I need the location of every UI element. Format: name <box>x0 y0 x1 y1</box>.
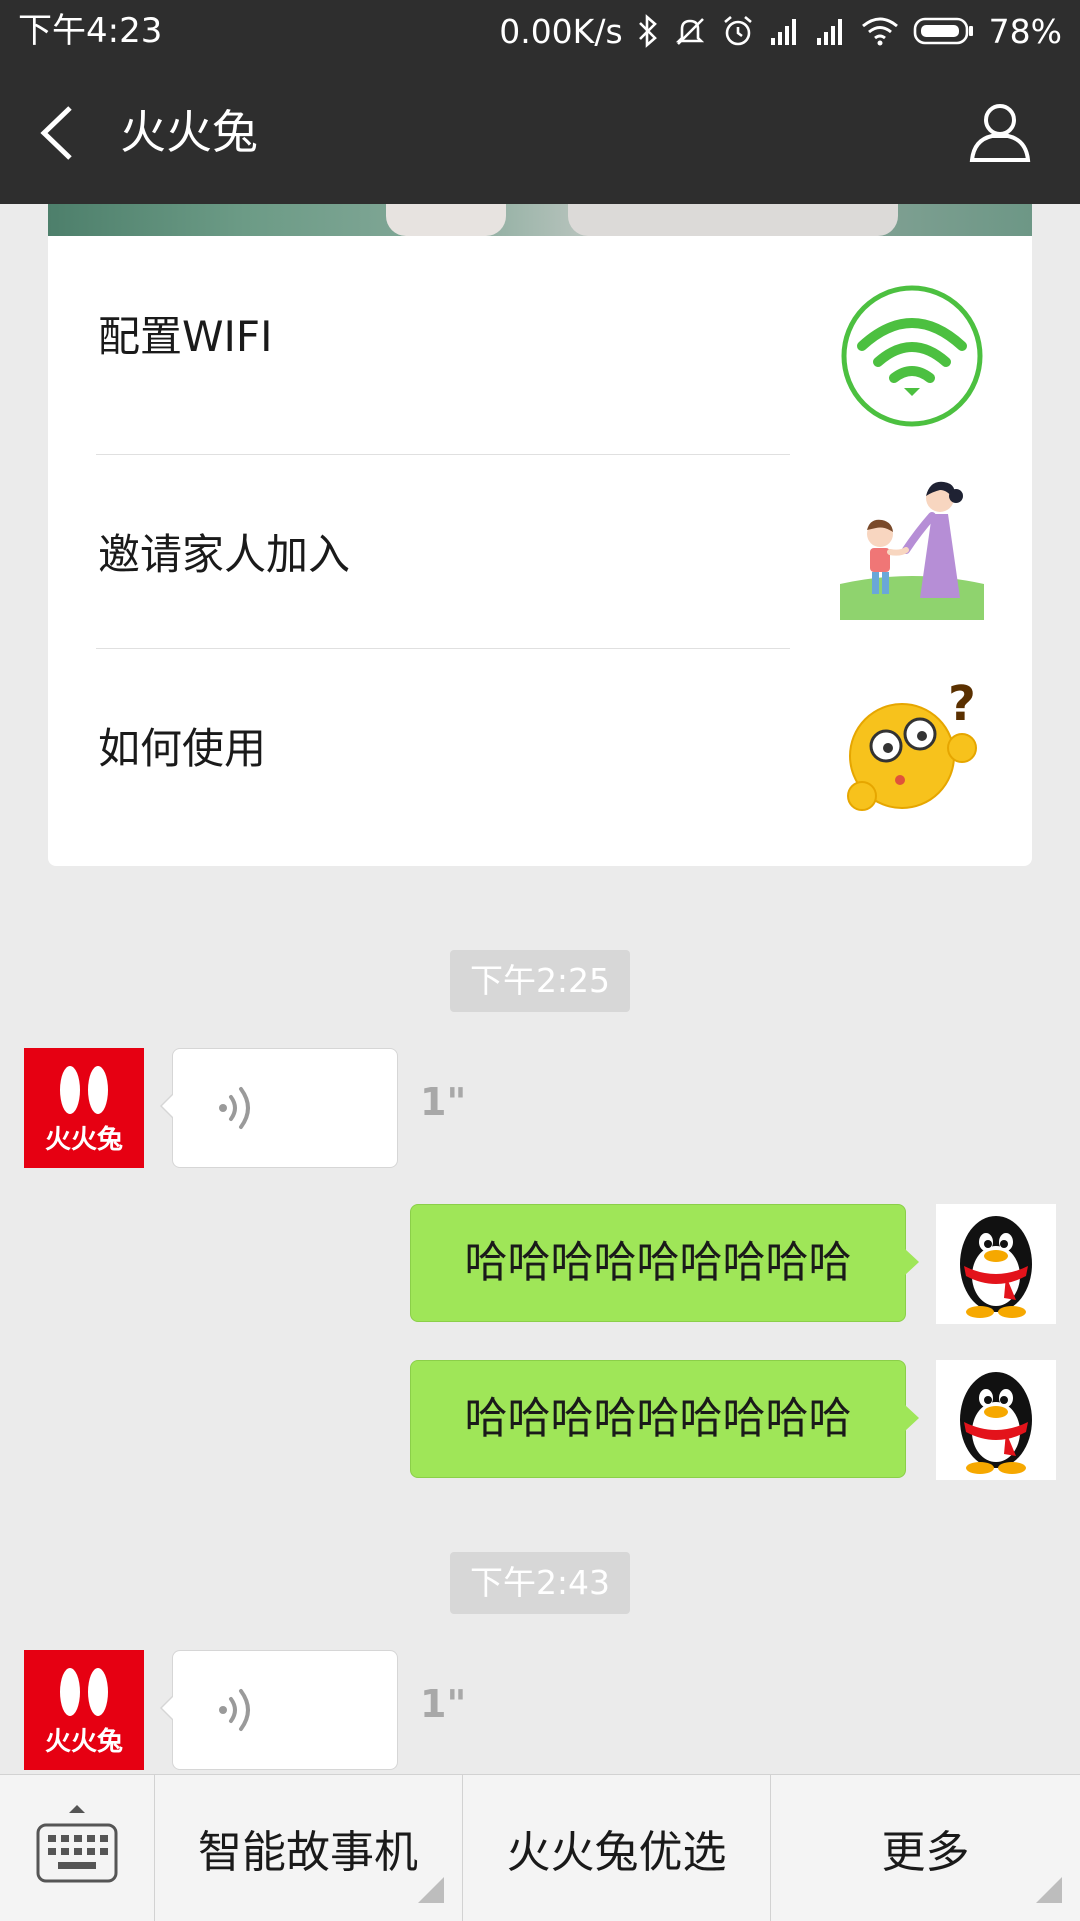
wifi-icon <box>861 16 899 46</box>
menu-button-shop[interactable]: 火火兔优选 <box>463 1775 771 1921</box>
family-illustration <box>840 476 984 620</box>
brand-avatar-text: 火火兔 <box>45 1727 123 1757</box>
text-message-bubble[interactable]: 哈哈哈哈哈哈哈哈哈 <box>410 1360 919 1478</box>
menu-item-how-to-use[interactable]: 如何使用 ? <box>48 648 1032 842</box>
menu-button-more[interactable]: 更多 <box>771 1775 1080 1921</box>
signal-icon <box>815 16 847 46</box>
time-badge: 下午2:25 <box>450 950 630 1012</box>
brand-avatar-text: 火火兔 <box>45 1125 123 1155</box>
status-bar: 下午4:23 0.00K/s 78% <box>0 0 1080 62</box>
penguin-icon <box>960 1372 1032 1474</box>
bottom-menu-bar: 智能故事机 火火兔优选 更多 <box>0 1774 1080 1921</box>
text-message-bubble[interactable]: 哈哈哈哈哈哈哈哈哈 <box>410 1204 919 1322</box>
menu-button-label: 更多 <box>881 1827 970 1878</box>
voice-duration: 1" <box>420 1682 467 1726</box>
mute-icon <box>673 14 707 48</box>
voice-wave-icon <box>215 1083 265 1133</box>
submenu-corner-icon <box>1036 1877 1062 1903</box>
signal-icon <box>769 16 801 46</box>
menu-item-label: 邀请家人加入 <box>98 529 351 579</box>
voice-wave-icon <box>215 1685 265 1735</box>
voice-message-bubble[interactable] <box>160 1650 398 1770</box>
svg-text:?: ? <box>948 676 976 732</box>
menu-button-story-machine[interactable]: 智能故事机 <box>154 1775 463 1921</box>
person-icon[interactable] <box>968 100 1032 164</box>
alarm-icon <box>721 14 755 48</box>
time-badge: 下午2:43 <box>450 1552 630 1614</box>
keyboard-icon <box>36 1805 118 1883</box>
submenu-corner-icon <box>418 1877 444 1903</box>
penguin-icon <box>960 1216 1032 1318</box>
menu-item-wifi[interactable]: 配置WIFI <box>48 236 1032 430</box>
wifi-circle-icon <box>840 284 984 428</box>
menu-item-label: 配置WIFI <box>98 311 273 361</box>
brand-avatar[interactable]: 火火兔 <box>24 1650 144 1770</box>
status-indicators: 0.00K/s 78% <box>499 10 1062 52</box>
status-time: 下午4:23 <box>18 11 163 51</box>
battery-icon <box>913 16 975 46</box>
nav-bar: 火火兔 <box>0 62 1080 204</box>
menu-item-invite[interactable]: 邀请家人加入 <box>48 454 1032 648</box>
chevron-left-icon[interactable] <box>34 102 84 164</box>
menu-card: 配置WIFI 邀请家人加入 如何使用 ? <box>48 236 1032 866</box>
voice-duration: 1" <box>420 1080 467 1124</box>
voice-message-bubble[interactable] <box>160 1048 398 1168</box>
menu-item-label: 如何使用 <box>98 723 267 773</box>
bluetooth-icon <box>637 14 659 48</box>
menu-button-label: 智能故事机 <box>198 1827 418 1878</box>
battery-level: 78% <box>988 11 1062 51</box>
banner-image <box>48 204 1032 236</box>
brand-avatar[interactable]: 火火兔 <box>24 1048 144 1168</box>
keyboard-toggle-button[interactable] <box>0 1775 155 1921</box>
menu-button-label: 火火兔优选 <box>506 1827 727 1878</box>
user-avatar[interactable] <box>936 1204 1056 1324</box>
net-speed: 0.00K/s <box>499 11 623 51</box>
confused-face-icon: ? <box>840 672 984 816</box>
page-title: 火火兔 <box>120 105 258 159</box>
user-avatar[interactable] <box>936 1360 1056 1480</box>
